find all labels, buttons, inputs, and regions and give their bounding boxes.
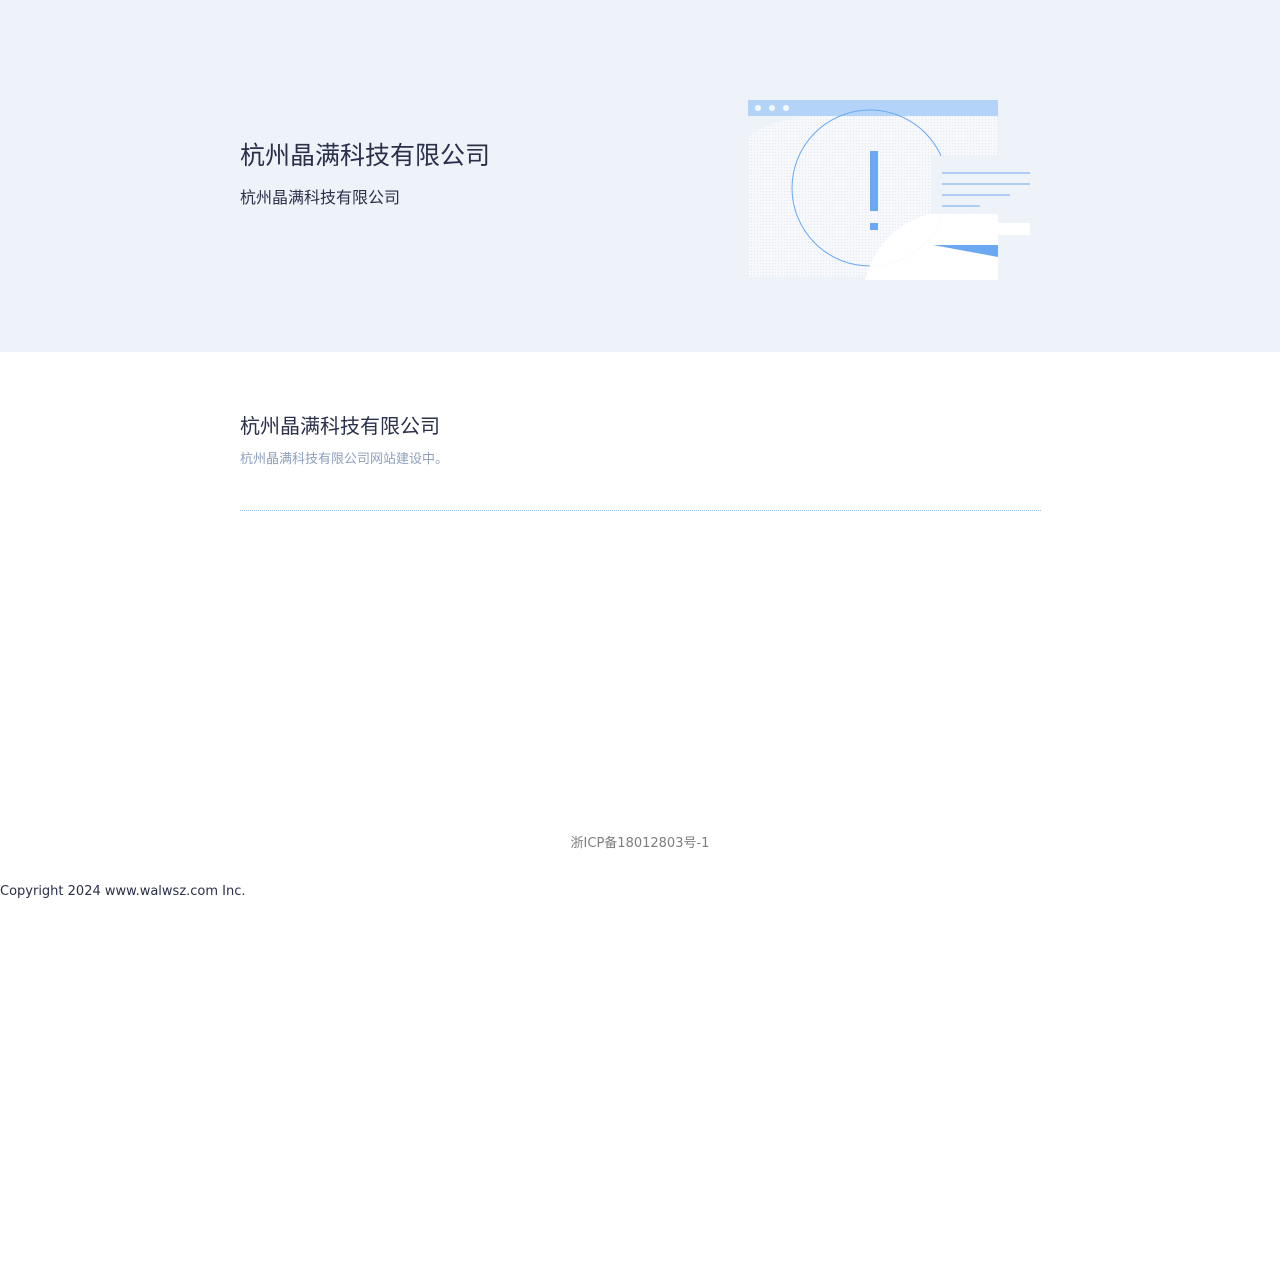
content-title: 杭州晶满科技有限公司 <box>240 414 440 438</box>
hero-title: 杭州晶满科技有限公司 <box>240 141 491 170</box>
hero-subtitle: 杭州晶满科技有限公司 <box>240 188 401 207</box>
icp-link[interactable]: 浙ICP备18012803号-1 <box>0 834 1280 854</box>
divider <box>240 510 1041 511</box>
warning-browser-illustration-icon <box>748 100 1031 280</box>
content-message: 杭州晶满科技有限公司网站建设中。 <box>240 452 449 467</box>
copyright-text: Copyright 2024 www.walwsz.com Inc. <box>0 884 246 899</box>
hero-banner: 杭州晶满科技有限公司 杭州晶满科技有限公司 <box>0 0 1280 352</box>
